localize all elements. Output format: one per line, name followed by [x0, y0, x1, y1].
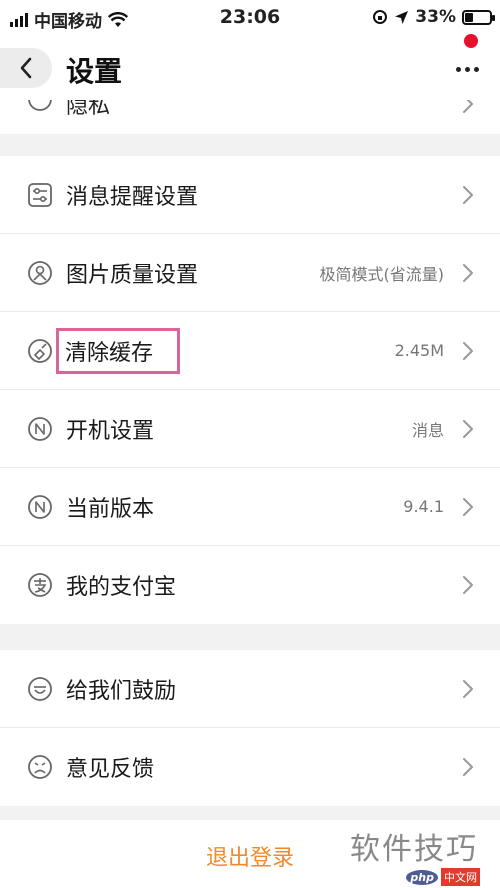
settings-row-image-quality[interactable]: 图片质量设置 极简模式(省流量) [0, 234, 500, 312]
n-circle-icon [28, 417, 52, 441]
settings-group-main: 消息提醒设置 图片质量设置 极简模式(省流量) 清除缓存 2.45M 开机设置 … [0, 156, 500, 624]
settings-row-value: 消息 [411, 420, 444, 440]
n-circle-icon [28, 495, 52, 519]
settings-row-label: 意见反馈 [66, 757, 155, 782]
dot-icon [455, 66, 461, 72]
chevron-right-icon [463, 680, 473, 698]
dot-icon [473, 66, 479, 72]
php-logo: php [406, 869, 438, 885]
dot-icon [464, 66, 470, 72]
settings-row-value: 极简模式(省流量) [319, 264, 445, 284]
image-quality-icon [28, 261, 52, 285]
settings-row-label: 给我们鼓励 [66, 678, 177, 704]
alipay-icon [28, 573, 52, 597]
settings-row-label: 消息提醒设置 [66, 184, 199, 210]
chevron-right-icon [463, 100, 473, 113]
chevron-right-icon [463, 758, 473, 776]
watermark-text: 软件技巧 [350, 832, 478, 867]
chevron-left-icon [20, 57, 32, 79]
watermark: 软件技巧 php 中文网 [345, 820, 490, 888]
settings-row-label: 图片质量设置 [66, 262, 199, 288]
settings-row-feedback[interactable]: 意见反馈 [0, 728, 500, 806]
chevron-right-icon [463, 342, 473, 360]
settings-row-label: 清除缓存 [56, 327, 181, 374]
watermark-logo: php 中文网 [406, 868, 480, 886]
settings-row-value: 2.45M [394, 341, 444, 360]
battery-icon [462, 9, 495, 25]
settings-row-value: 9.4.1 [403, 497, 444, 516]
page-title: 设置 [66, 55, 123, 88]
settings-row-alipay[interactable]: 我的支付宝 [0, 546, 500, 624]
chevron-right-icon [463, 420, 473, 438]
chevron-right-icon [463, 186, 473, 204]
settings-row-label: 开机设置 [66, 418, 155, 444]
chevron-right-icon [463, 264, 473, 282]
settings-row-notifications[interactable]: 消息提醒设置 [0, 156, 500, 234]
rotation-lock-icon [373, 10, 388, 24]
sad-face-icon [28, 755, 52, 779]
chevron-right-icon [463, 498, 473, 516]
settings-row-clear-cache[interactable]: 清除缓存 2.45M [0, 312, 500, 390]
settings-row-version[interactable]: 当前版本 9.4.1 [0, 468, 500, 546]
site-logo: 中文网 [441, 868, 480, 886]
broom-icon [28, 339, 52, 363]
settings-row-label: 当前版本 [66, 496, 155, 522]
settings-row-startup[interactable]: 开机设置 消息 [0, 390, 500, 468]
smile-icon [28, 677, 52, 701]
battery-percent: 33% [415, 7, 456, 27]
settings-group-feedback: 给我们鼓励 意见反馈 [0, 650, 500, 806]
settings-row-label: 我的支付宝 [66, 575, 177, 600]
settings-row-encourage[interactable]: 给我们鼓励 [0, 650, 500, 728]
location-arrow-icon [395, 10, 409, 24]
chevron-right-icon [463, 576, 473, 594]
status-right: 33% [372, 7, 495, 27]
back-button[interactable] [0, 48, 52, 88]
notification-dot [464, 34, 478, 48]
settings-row-label: 隐私 [66, 100, 111, 119]
settings-row-privacy[interactable]: 隐私 [0, 100, 500, 134]
privacy-icon [28, 100, 52, 111]
status-bar: 中国移动 23:06 33% [0, 0, 500, 36]
nav-bar: 设置 [0, 34, 500, 100]
more-options-button[interactable] [450, 54, 484, 84]
sliders-icon [28, 183, 52, 207]
footer: 退出登录 软件技巧 php 中文网 [0, 820, 500, 888]
